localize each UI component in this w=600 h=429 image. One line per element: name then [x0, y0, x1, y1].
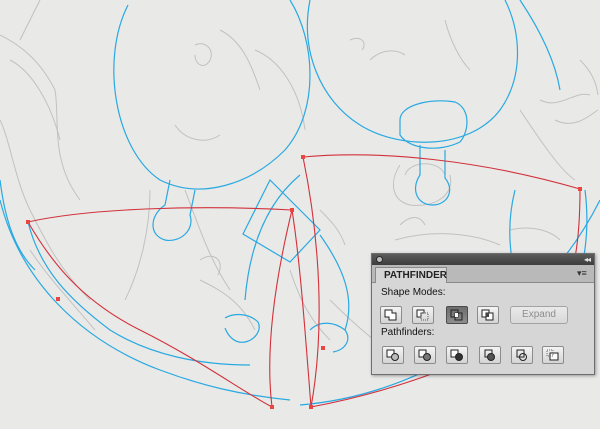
crop-icon	[484, 349, 495, 361]
center-right-curve	[319, 234, 350, 331]
pathfinders-label: Pathfinders:	[381, 327, 435, 338]
divide-icon	[386, 349, 399, 361]
intersect-button[interactable]	[446, 306, 468, 324]
crop-button[interactable]	[479, 346, 501, 364]
unite-button[interactable]	[380, 306, 402, 324]
trim-button[interactable]	[414, 346, 436, 364]
outline-icon	[516, 349, 527, 361]
unite-icon	[384, 309, 397, 321]
center-left-curve	[269, 209, 293, 408]
shape-modes-label: Shape Modes:	[381, 287, 446, 298]
expand-button[interactable]: Expand	[510, 306, 568, 324]
tab-pathfinder[interactable]: PATHFINDER	[375, 267, 447, 283]
outline-button[interactable]	[511, 346, 533, 364]
left-lens-divider	[291, 209, 312, 408]
minus-back-button[interactable]	[542, 346, 564, 364]
panel-titlebar[interactable]: ◂◂	[372, 254, 594, 265]
panel-tab-strip: PATHFINDER	[372, 265, 594, 283]
anchor-point[interactable]	[578, 187, 582, 191]
anchor-point[interactable]	[290, 208, 294, 212]
left-face-outline	[113, 0, 311, 190]
top-right-curve	[519, 0, 561, 91]
anchor-point[interactable]	[321, 346, 325, 350]
minus-back-icon	[546, 349, 559, 361]
anchor-point[interactable]	[270, 405, 274, 409]
panel-menu-icon[interactable]: ▾≡	[577, 268, 589, 278]
hand-right	[309, 322, 349, 353]
exclude-button[interactable]	[477, 306, 499, 324]
anchor-point[interactable]	[309, 405, 313, 409]
center-shape	[242, 178, 321, 263]
exclude-icon	[481, 309, 494, 321]
collapse-icon[interactable]: ◂◂	[584, 254, 591, 265]
close-icon[interactable]	[376, 256, 383, 263]
divide-button[interactable]	[382, 346, 404, 364]
anchor-point[interactable]	[26, 220, 30, 224]
anchor-point[interactable]	[56, 297, 60, 301]
trim-icon	[418, 349, 431, 361]
minus-front-button[interactable]	[412, 306, 434, 324]
merge-button[interactable]	[446, 346, 468, 364]
right-face-outline	[306, 0, 519, 143]
left-body-curve	[0, 199, 291, 401]
center-curve	[244, 174, 301, 301]
pathfinder-panel: ◂◂ PATHFINDER ▾≡ Shape Modes: Expand Pat…	[371, 253, 595, 375]
center-right-curve-red	[302, 156, 320, 408]
intersect-icon	[450, 309, 463, 321]
merge-icon	[450, 349, 463, 361]
right-lens-top	[302, 154, 581, 190]
left-arm	[27, 221, 251, 366]
anchor-point[interactable]	[301, 155, 305, 159]
minus-front-icon	[416, 309, 429, 321]
